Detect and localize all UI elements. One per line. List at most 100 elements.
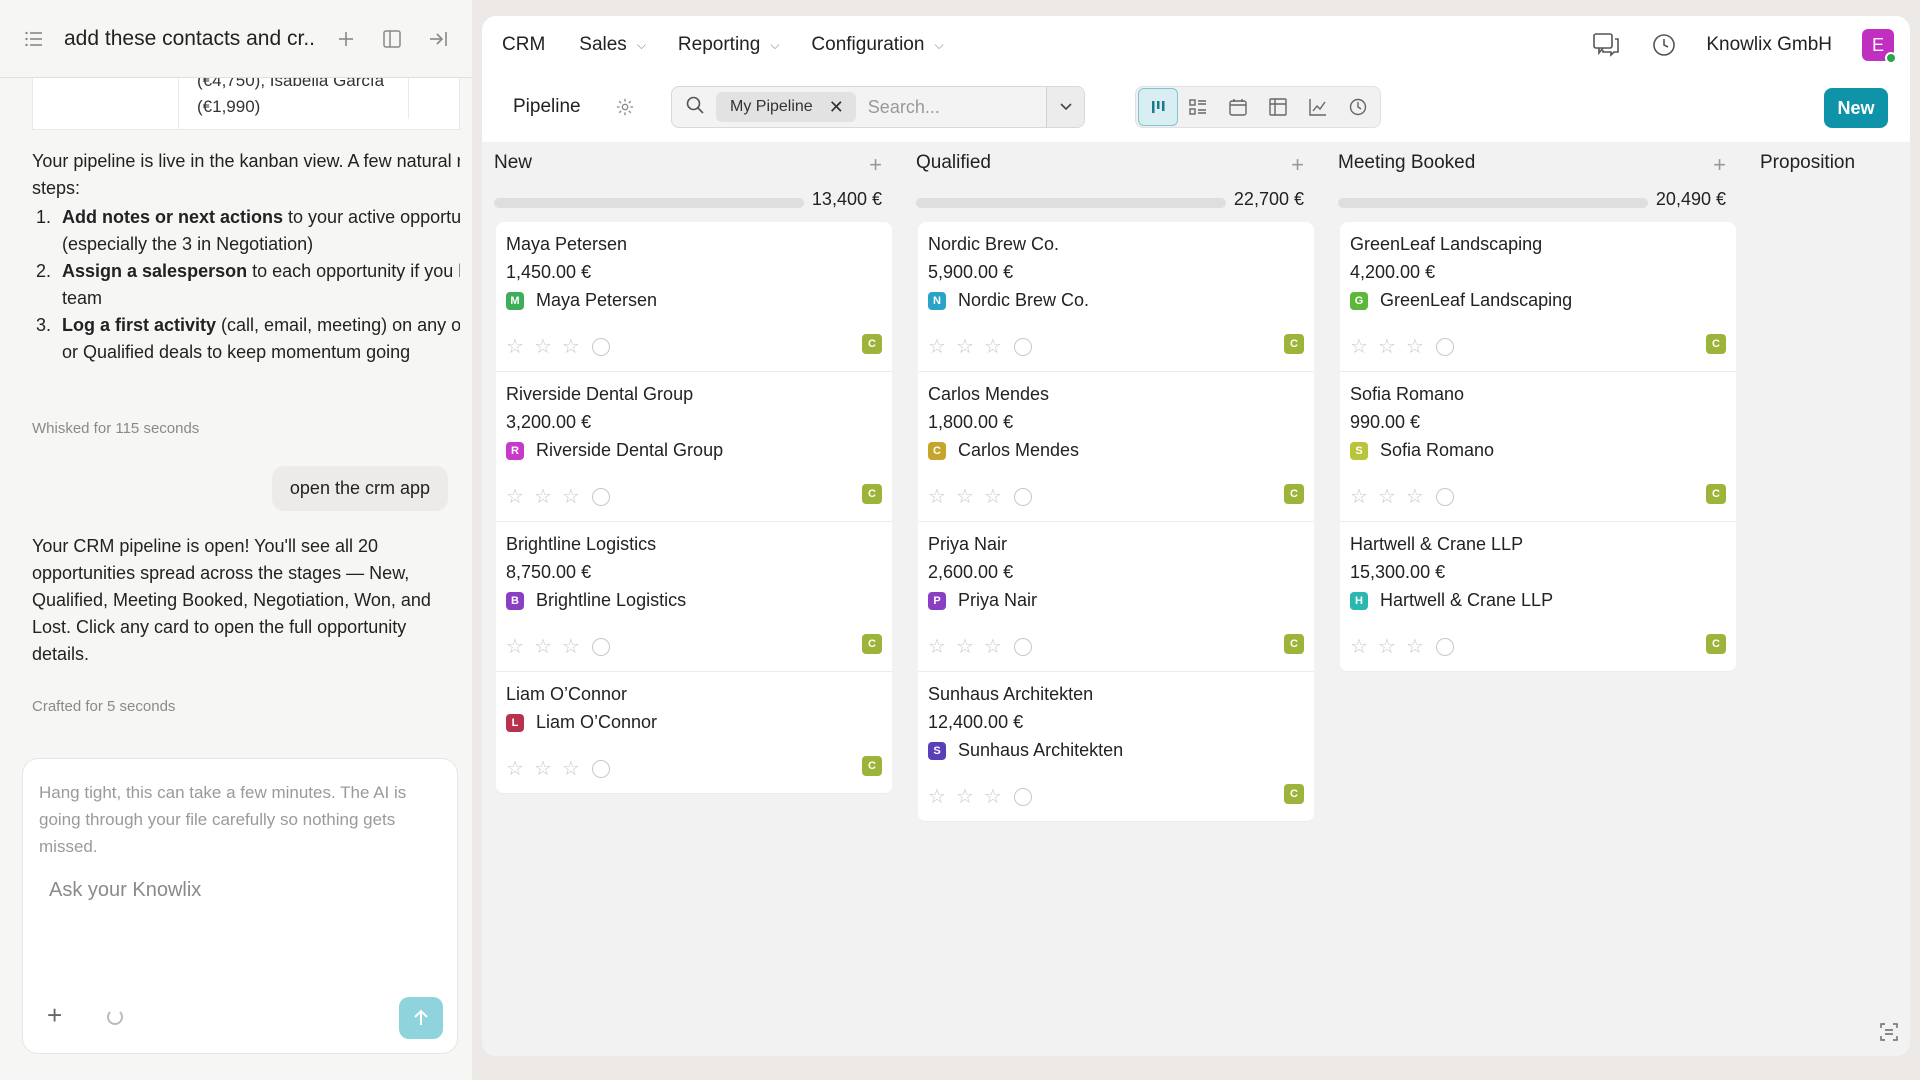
activity-clock-icon[interactable]	[591, 637, 610, 656]
priority-stars[interactable]: ☆ ☆ ☆	[928, 334, 1042, 359]
star-icon[interactable]: ☆	[928, 484, 946, 509]
pivot-view-icon[interactable]	[1258, 88, 1298, 126]
star-icon[interactable]: ☆	[984, 634, 1002, 659]
salesperson-avatar[interactable]: C	[1284, 784, 1304, 804]
salesperson-avatar[interactable]: C	[1284, 634, 1304, 654]
star-icon[interactable]: ☆	[1406, 634, 1424, 659]
calendar-view-icon[interactable]	[1218, 88, 1258, 126]
priority-stars[interactable]: ☆ ☆ ☆	[506, 484, 620, 509]
salesperson-avatar[interactable]: C	[1706, 634, 1726, 654]
priority-stars[interactable]: ☆ ☆ ☆	[506, 334, 620, 359]
star-icon[interactable]: ☆	[1406, 484, 1424, 509]
new-button[interactable]: New	[1824, 88, 1888, 128]
list-view-icon[interactable]	[1178, 88, 1218, 126]
opportunity-card[interactable]: Sunhaus Architekten 12,400.00 € S Sunhaus A…	[918, 672, 1314, 822]
activity-view-icon[interactable]	[1338, 88, 1378, 126]
star-icon[interactable]: ☆	[534, 334, 552, 359]
salesperson-avatar[interactable]: C	[1706, 334, 1726, 354]
star-icon[interactable]: ☆	[562, 756, 580, 781]
opportunity-card[interactable]: Hartwell & Crane LLP 15,300.00 € H Hartwell…	[1340, 522, 1736, 672]
opportunity-card[interactable]: Carlos Mendes 1,800.00 € C Carlos Mendes ☆ ☆ ☆…	[918, 372, 1314, 522]
activity-clock-icon[interactable]	[1435, 487, 1454, 506]
priority-stars[interactable]: ☆ ☆ ☆	[1350, 634, 1464, 659]
opportunity-card[interactable]: GreenLeaf Landscaping 4,200.00 € G GreenLea…	[1340, 222, 1736, 372]
list-icon[interactable]	[20, 25, 48, 53]
priority-stars[interactable]: ☆ ☆ ☆	[1350, 484, 1464, 509]
opportunity-card[interactable]: Riverside Dental Group 3,200.00 € R Riversi…	[496, 372, 892, 522]
breadcrumb[interactable]: Pipeline	[513, 96, 581, 118]
priority-stars[interactable]: ☆ ☆ ☆	[928, 784, 1042, 809]
star-icon[interactable]: ☆	[562, 634, 580, 659]
user-avatar[interactable]: E	[1862, 29, 1897, 64]
opportunity-card[interactable]: Sofia Romano 990.00 € S Sofia Romano ☆ ☆ ☆ C	[1340, 372, 1736, 522]
star-icon[interactable]: ☆	[534, 756, 552, 781]
menu-reporting[interactable]: Reporting ⌵	[678, 34, 780, 56]
add-card-plus-icon[interactable]: +	[1291, 152, 1304, 178]
app-name[interactable]: CRM	[502, 34, 545, 56]
star-icon[interactable]: ☆	[562, 334, 580, 359]
add-card-plus-icon[interactable]: +	[1713, 152, 1726, 178]
priority-stars[interactable]: ☆ ☆ ☆	[928, 634, 1042, 659]
gear-icon[interactable]	[616, 98, 634, 121]
opportunity-card[interactable]: Maya Petersen 1,450.00 € M Maya Petersen ☆ ☆ ☆…	[496, 222, 892, 372]
opportunity-card[interactable]: Nordic Brew Co. 5,900.00 € N Nordic Brew Co…	[918, 222, 1314, 372]
opportunity-card[interactable]: Liam O’Connor L Liam O’Connor ☆ ☆ ☆ C	[496, 672, 892, 794]
salesperson-avatar[interactable]: C	[1284, 484, 1304, 504]
star-icon[interactable]: ☆	[506, 756, 524, 781]
star-icon[interactable]: ☆	[928, 784, 946, 809]
chat-input[interactable]: Ask your Knowlix	[49, 879, 201, 902]
priority-stars[interactable]: ☆ ☆ ☆	[506, 756, 620, 781]
opportunity-card[interactable]: Priya Nair 2,600.00 € P Priya Nair ☆ ☆ ☆ C	[918, 522, 1314, 672]
star-icon[interactable]: ☆	[1378, 334, 1396, 359]
activity-clock-icon[interactable]	[1648, 29, 1680, 61]
star-icon[interactable]: ☆	[562, 484, 580, 509]
star-icon[interactable]: ☆	[1378, 634, 1396, 659]
activity-clock-icon[interactable]	[591, 487, 610, 506]
priority-stars[interactable]: ☆ ☆ ☆	[928, 484, 1042, 509]
activity-clock-icon[interactable]	[1013, 487, 1032, 506]
activity-clock-icon[interactable]	[1435, 337, 1454, 356]
priority-stars[interactable]: ☆ ☆ ☆	[1350, 334, 1464, 359]
star-icon[interactable]: ☆	[534, 484, 552, 509]
star-icon[interactable]: ☆	[1350, 634, 1368, 659]
panel-toggle-icon[interactable]	[378, 25, 406, 53]
filter-facet[interactable]: My Pipeline ✕	[716, 92, 856, 122]
column-progress-bar[interactable]	[494, 198, 804, 208]
column-progress-bar[interactable]	[1338, 198, 1648, 208]
star-icon[interactable]: ☆	[506, 634, 524, 659]
activity-clock-icon[interactable]	[1013, 787, 1032, 806]
star-icon[interactable]: ☆	[984, 334, 1002, 359]
star-icon[interactable]: ☆	[928, 634, 946, 659]
activity-clock-icon[interactable]	[1013, 637, 1032, 656]
column-title[interactable]: Meeting Booked	[1338, 152, 1475, 174]
collapse-right-icon[interactable]	[424, 25, 452, 53]
add-card-plus-icon[interactable]: +	[869, 152, 882, 178]
activity-clock-icon[interactable]	[591, 759, 610, 778]
menu-configuration[interactable]: Configuration ⌵	[811, 34, 943, 56]
star-icon[interactable]: ☆	[956, 634, 974, 659]
company-switcher[interactable]: Knowlix GmbH	[1706, 34, 1832, 56]
star-icon[interactable]: ☆	[1406, 334, 1424, 359]
star-icon[interactable]: ☆	[956, 484, 974, 509]
salesperson-avatar[interactable]: C	[862, 484, 882, 504]
salesperson-avatar[interactable]: C	[862, 756, 882, 776]
priority-stars[interactable]: ☆ ☆ ☆	[506, 634, 620, 659]
kanban-view-icon[interactable]	[1138, 88, 1178, 126]
screen-capture-icon[interactable]	[1880, 1023, 1898, 1046]
activity-clock-icon[interactable]	[1435, 637, 1454, 656]
opportunity-card[interactable]: Brightline Logistics 8,750.00 € B Brightlin…	[496, 522, 892, 672]
column-title[interactable]: Qualified	[916, 152, 991, 174]
salesperson-avatar[interactable]: C	[1284, 334, 1304, 354]
column-progress-bar[interactable]	[916, 198, 1226, 208]
salesperson-avatar[interactable]: C	[862, 634, 882, 654]
star-icon[interactable]: ☆	[506, 484, 524, 509]
star-icon[interactable]: ☆	[984, 784, 1002, 809]
column-title[interactable]: Proposition	[1760, 152, 1855, 174]
star-icon[interactable]: ☆	[928, 334, 946, 359]
star-icon[interactable]: ☆	[506, 334, 524, 359]
star-icon[interactable]: ☆	[1378, 484, 1396, 509]
star-icon[interactable]: ☆	[956, 334, 974, 359]
close-icon[interactable]: ✕	[829, 97, 844, 118]
salesperson-avatar[interactable]: C	[1706, 484, 1726, 504]
star-icon[interactable]: ☆	[534, 634, 552, 659]
